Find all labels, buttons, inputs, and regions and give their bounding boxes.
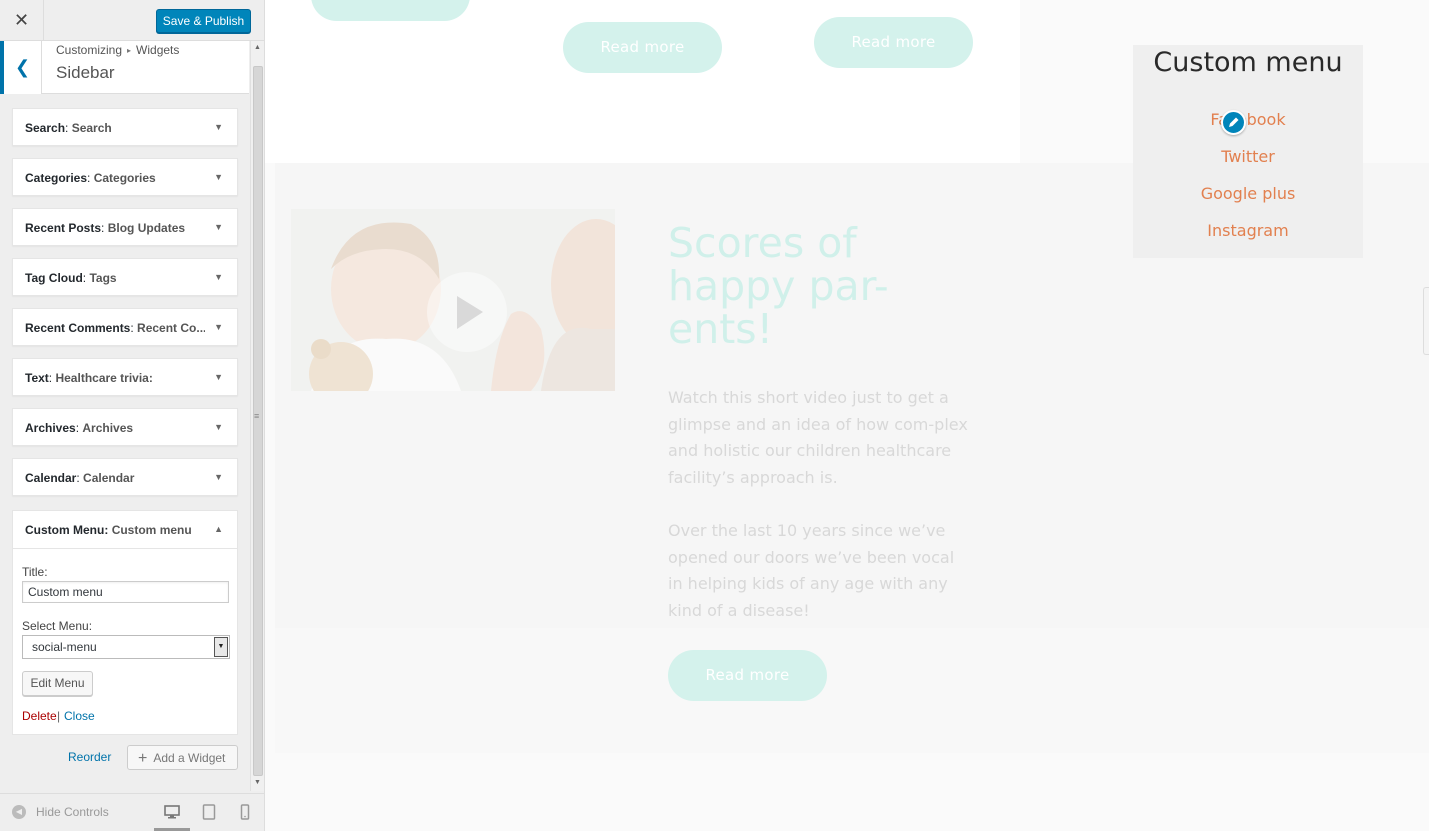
- expand-arrow-icon[interactable]: ▼: [214, 322, 223, 332]
- section-heading: Scores of happy par-ents!: [668, 219, 889, 353]
- breadcrumb: Customizing ▸ Widgets: [56, 43, 179, 57]
- widget-type: Archives: [25, 421, 76, 435]
- save-publish-button[interactable]: Save & Publish: [156, 9, 251, 33]
- widget-type: Text: [25, 371, 49, 385]
- read-more-button[interactable]: Read more: [814, 17, 973, 68]
- scroll-up-icon[interactable]: ▲: [254, 44, 261, 51]
- widget-instance-title: Archives: [82, 421, 134, 435]
- custom-menu-widget: Custom menu Facebook Twitter Google plus…: [1133, 45, 1363, 258]
- widget-recent-comments[interactable]: Recent Comments: Recent Co... ▼: [12, 308, 238, 346]
- site-preview: Read more Read more Scores of happy par-…: [265, 0, 1429, 831]
- widget-instance-title: Categories: [93, 171, 156, 185]
- widget-type: Custom Menu: [25, 523, 105, 537]
- scroll-grip-icon: ≡: [254, 411, 260, 421]
- expand-arrow-icon[interactable]: ▼: [214, 422, 223, 432]
- custom-menu-title: Custom menu: [1153, 47, 1343, 78]
- scroll-thumb[interactable]: [253, 66, 263, 776]
- menu-select[interactable]: social-menu ▼: [22, 635, 230, 659]
- delete-link[interactable]: Delete: [22, 709, 57, 723]
- collapse-left-icon: ◀: [12, 805, 26, 819]
- widget-calendar[interactable]: Calendar: Calendar ▼: [12, 458, 238, 496]
- widget-archives[interactable]: Archives: Archives ▼: [12, 408, 238, 446]
- widget-instance-title: Calendar: [83, 471, 135, 485]
- hide-controls-label: Hide Controls: [36, 805, 109, 819]
- hide-controls-button[interactable]: ◀ Hide Controls: [12, 805, 109, 819]
- intro-paragraph: Watch this short video just to get a gli…: [668, 388, 968, 487]
- link-separator: |: [57, 709, 61, 723]
- widget-instance-title: Tags: [89, 271, 117, 285]
- menu-select-value: social-menu: [32, 640, 97, 654]
- video-thumbnail[interactable]: [291, 209, 615, 391]
- menu-link-instagram[interactable]: Instagram: [1133, 221, 1363, 240]
- tablet-icon[interactable]: [201, 804, 217, 820]
- expand-arrow-icon[interactable]: ▼: [214, 272, 223, 282]
- menu-link-twitter[interactable]: Twitter: [1133, 147, 1363, 166]
- read-more-button[interactable]: Read more: [563, 22, 722, 73]
- section-title: Sidebar: [56, 63, 115, 82]
- widget-type: Calendar: [25, 471, 77, 485]
- widget-tag-cloud[interactable]: Tag Cloud: Tags ▼: [12, 258, 238, 296]
- read-more-button-cut[interactable]: [311, 0, 470, 21]
- desktop-icon[interactable]: [164, 804, 180, 820]
- breadcrumb-separator: ▸: [127, 46, 132, 55]
- menu-link-google-plus[interactable]: Google plus: [1133, 184, 1363, 203]
- dropdown-arrow-icon[interactable]: ▼: [214, 637, 228, 657]
- widget-recent-posts[interactable]: Recent Posts: Blog Updates ▼: [12, 208, 238, 246]
- widget-instance-title: Healthcare trivia:: [55, 371, 153, 385]
- widget-type: Search: [25, 121, 66, 135]
- widget-categories[interactable]: Categories: Categories ▼: [12, 158, 238, 196]
- scroll-down-icon[interactable]: ▼: [254, 779, 261, 786]
- expand-arrow-icon[interactable]: ▼: [214, 222, 223, 232]
- title-input[interactable]: Custom menu: [22, 581, 229, 603]
- section-header: ❮ Customizing ▸ Widgets Sidebar: [0, 41, 249, 94]
- widget-type: Recent Posts: [25, 221, 102, 235]
- add-widget-button[interactable]: + Add a Widget: [127, 745, 238, 770]
- expand-arrow-icon[interactable]: ▼: [214, 172, 223, 182]
- breadcrumb-widgets: Widgets: [136, 43, 180, 57]
- widget-search[interactable]: Search: Search ▼: [12, 108, 238, 146]
- plus-icon: +: [138, 750, 148, 767]
- edge-handle[interactable]: [1423, 287, 1429, 355]
- customizer-footer: ◀ Hide Controls: [0, 793, 264, 831]
- reorder-link[interactable]: Reorder: [68, 750, 111, 764]
- chevron-left-icon: ❮: [14, 57, 31, 77]
- widget-type: Tag Cloud: [25, 271, 83, 285]
- customizer-header: ✕ Save & Publish: [0, 0, 264, 41]
- expand-arrow-icon[interactable]: ▼: [214, 372, 223, 382]
- customizer-panel: ✕ Save & Publish ❮ Customizing ▸ Widgets S…: [0, 0, 265, 831]
- select-menu-label: Select Menu:: [22, 619, 93, 633]
- video-image: [291, 209, 615, 391]
- lower-section: [275, 628, 1429, 753]
- close-customizer-button[interactable]: ✕: [0, 0, 44, 41]
- history-paragraph: Over the last 10 years since we’ve opene…: [668, 521, 955, 620]
- widget-type: Categories: [25, 171, 88, 185]
- edit-menu-button[interactable]: Edit Menu: [22, 671, 93, 696]
- title-label: Title:: [22, 565, 48, 579]
- add-widget-label: Add a Widget: [153, 751, 226, 765]
- collapse-arrow-icon[interactable]: ▲: [214, 524, 223, 534]
- edit-shortcut-pencil-icon[interactable]: [1221, 110, 1246, 135]
- widget-instance-title: Search: [71, 121, 112, 135]
- mobile-icon[interactable]: [237, 804, 253, 820]
- widget-text[interactable]: Text: Healthcare trivia: ▼: [12, 358, 238, 396]
- panel-scrollbar[interactable]: ▲ ≡ ▼: [250, 41, 264, 791]
- widget-instance-title: Recent Co...: [137, 321, 205, 335]
- widget-type: Recent Comments: [25, 321, 131, 335]
- widget-custom-menu: Custom Menu: Custom menu ▲ Title: Custom…: [12, 510, 238, 735]
- breadcrumb-customizing: Customizing: [56, 43, 123, 57]
- expand-arrow-icon[interactable]: ▼: [214, 472, 223, 482]
- read-more-cta-button[interactable]: Read more: [668, 650, 827, 701]
- widget-instance-title: Blog Updates: [107, 221, 186, 235]
- menu-link-facebook[interactable]: Facebook: [1133, 110, 1363, 129]
- widget-instance-title: Custom menu: [111, 523, 192, 537]
- widget-custom-menu-header[interactable]: Custom Menu: Custom menu ▲: [13, 511, 237, 549]
- expand-arrow-icon[interactable]: ▼: [214, 122, 223, 132]
- close-link[interactable]: Close: [64, 709, 95, 723]
- back-button[interactable]: ❮: [0, 41, 42, 94]
